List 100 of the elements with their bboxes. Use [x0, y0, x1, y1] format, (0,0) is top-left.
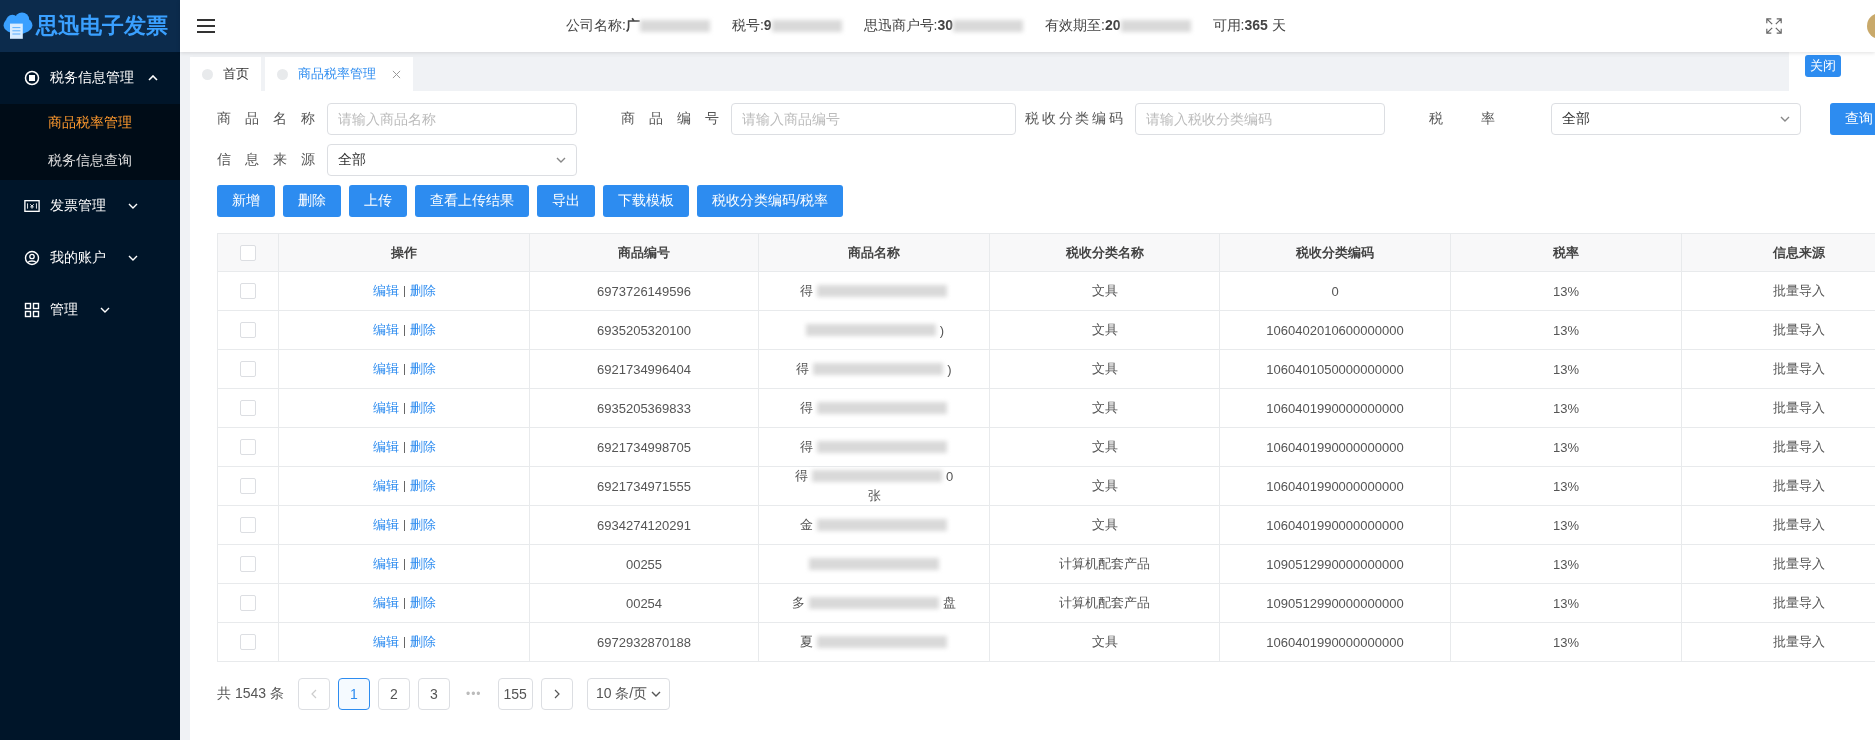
- table-link[interactable]: 编辑: [372, 321, 399, 339]
- account-info-text: 思迅商户号:30: [863, 17, 954, 35]
- table-link[interactable]: 编辑: [372, 360, 399, 378]
- table-link[interactable]: 删除: [409, 633, 436, 651]
- sidebar-menu-item[interactable]: 发票管理: [0, 180, 180, 232]
- row-checkbox[interactable]: [240, 478, 256, 494]
- column-header: 税率: [1450, 233, 1682, 272]
- row-checkbox[interactable]: [240, 322, 256, 338]
- table-link[interactable]: 编辑: [372, 594, 399, 612]
- next-page-button[interactable]: [540, 678, 573, 710]
- table-link[interactable]: 删除: [409, 360, 436, 378]
- table-link[interactable]: 删除: [409, 438, 436, 456]
- badge-icon: [24, 70, 40, 86]
- field-label: 税率: [1429, 110, 1497, 128]
- page-button[interactable]: 155: [497, 678, 533, 710]
- field-label: 税收分类编码: [1025, 110, 1125, 128]
- invoice-icon: [24, 198, 40, 214]
- table-cell: 6973726149596: [529, 271, 759, 311]
- sidebar-menu-item[interactable]: 税务信息管理: [0, 52, 180, 104]
- table-link[interactable]: 编辑: [372, 477, 399, 495]
- field-label: 信息来源: [217, 151, 317, 169]
- table-cell: 1060401050000000000: [1219, 349, 1451, 389]
- table-cell: 1060401990000000000: [1219, 466, 1451, 506]
- action-button[interactable]: 删除: [283, 185, 341, 217]
- table-link[interactable]: 删除: [409, 555, 436, 573]
- table-cell: 0: [1219, 271, 1451, 311]
- table-cell: 13%: [1450, 310, 1682, 350]
- action-button[interactable]: 新增: [217, 185, 275, 217]
- table-link[interactable]: 编辑: [372, 282, 399, 300]
- sidebar-submenu-item[interactable]: 税务信息查询: [0, 142, 180, 180]
- sidebar-submenu-item[interactable]: 商品税率管理: [0, 104, 180, 142]
- table-cell: 1060401990000000000: [1219, 505, 1451, 545]
- table-cell-text: 金: [799, 516, 813, 534]
- row-checkbox[interactable]: [240, 361, 256, 377]
- table-cell-text: 0: [945, 468, 954, 484]
- search-button[interactable]: 查询: [1830, 103, 1875, 135]
- table-cell: 文具: [989, 427, 1220, 467]
- table-link[interactable]: 编辑: [372, 555, 399, 573]
- table-cell-text: 得: [799, 282, 813, 300]
- table-link[interactable]: 删除: [409, 321, 436, 339]
- table-link[interactable]: 删除: [409, 477, 436, 495]
- row-checkbox[interactable]: [240, 595, 256, 611]
- table-cell: 6972932870188: [529, 622, 759, 662]
- dropdown-field[interactable]: 全部: [327, 144, 577, 176]
- user-icon: [24, 250, 40, 266]
- input-field[interactable]: 请输入商品编号: [731, 103, 1016, 135]
- page-button[interactable]: 2: [377, 678, 410, 710]
- table-cell: 文具: [989, 349, 1220, 389]
- table-cell: 1060401990000000000: [1219, 427, 1451, 467]
- table-link[interactable]: 编辑: [372, 633, 399, 651]
- table-link[interactable]: 删除: [409, 399, 436, 417]
- column-header: 税收分类名称: [989, 233, 1220, 272]
- account-info-text: 有效期至:20: [1045, 17, 1121, 35]
- table-link[interactable]: 删除: [409, 282, 436, 300]
- action-button[interactable]: 税收分类编码/税率: [697, 185, 843, 217]
- chevron-down-icon: [1780, 116, 1790, 122]
- page-button[interactable]: 1: [337, 678, 370, 710]
- input-field[interactable]: 请输入商品名称: [327, 103, 577, 135]
- table-link[interactable]: 删除: [409, 516, 436, 534]
- row-checkbox[interactable]: [240, 556, 256, 572]
- input-field[interactable]: 请输入税收分类编码: [1135, 103, 1385, 135]
- row-checkbox[interactable]: [240, 400, 256, 416]
- table-link[interactable]: 编辑: [372, 399, 399, 417]
- column-header: 信息来源: [1681, 233, 1875, 272]
- table-cell-text: ): [947, 361, 952, 377]
- column-header: 商品名称: [758, 233, 990, 272]
- table-cell: 00254: [529, 583, 759, 623]
- account-info-text: 税号:9: [731, 17, 772, 35]
- row-checkbox[interactable]: [240, 634, 256, 650]
- table-cell: 13%: [1450, 427, 1682, 467]
- chevron-left-icon: [310, 689, 317, 699]
- action-button[interactable]: 上传: [349, 185, 407, 217]
- close-tabs-button[interactable]: 关闭: [1805, 55, 1841, 77]
- column-header: 商品编号: [529, 233, 759, 272]
- action-button[interactable]: 下载模板: [603, 185, 689, 217]
- table-link[interactable]: 删除: [409, 594, 436, 612]
- row-checkbox[interactable]: [240, 283, 256, 299]
- sidebar-menu-item[interactable]: 我的账户: [0, 232, 180, 284]
- table-cell: 1060401990000000000: [1219, 622, 1451, 662]
- table-cell: 6935205369833: [529, 388, 759, 428]
- fullscreen-icon: [1765, 17, 1783, 35]
- sidebar-menu-item[interactable]: 管理: [0, 284, 180, 336]
- row-checkbox[interactable]: [240, 517, 256, 533]
- table-cell: 13%: [1450, 466, 1682, 506]
- table-cell-text: 夏: [799, 633, 813, 651]
- table-link[interactable]: 编辑: [372, 516, 399, 534]
- table-cell-text: 盘: [943, 594, 956, 612]
- page-button[interactable]: 3: [417, 678, 450, 710]
- row-checkbox[interactable]: [240, 439, 256, 455]
- action-button[interactable]: 导出: [537, 185, 595, 217]
- page-tab[interactable]: 首页: [190, 57, 261, 91]
- table-cell: 6921734971555: [529, 466, 759, 506]
- page-tab[interactable]: 商品税率管理: [265, 57, 413, 91]
- page-size-dropdown[interactable]: 10 条/页: [586, 678, 671, 710]
- dropdown-field[interactable]: 全部: [1551, 103, 1801, 135]
- select-all-checkbox[interactable]: [240, 244, 256, 261]
- table-cell: 13%: [1450, 271, 1682, 311]
- table-link[interactable]: 编辑: [372, 438, 399, 456]
- account-info-text: 公司名称:广: [566, 17, 640, 35]
- action-button[interactable]: 查看上传结果: [415, 185, 529, 217]
